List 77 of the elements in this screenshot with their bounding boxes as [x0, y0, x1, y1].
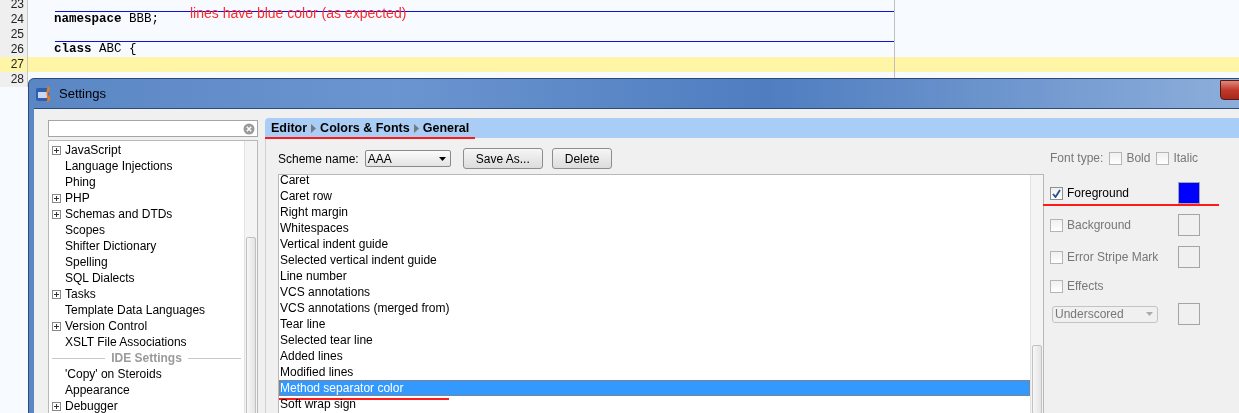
- checkbox-label: Background: [1067, 218, 1133, 232]
- line-number: 23: [0, 0, 28, 12]
- list-item[interactable]: Caret row: [279, 188, 1030, 204]
- tree-item[interactable]: PHP: [65, 191, 90, 205]
- tree-item[interactable]: Debugger: [65, 399, 118, 413]
- breadcrumb-item[interactable]: Editor: [271, 121, 308, 135]
- breadcrumb-item[interactable]: Colors & Fonts: [320, 121, 410, 135]
- clear-icon[interactable]: [243, 122, 255, 135]
- checkbox[interactable]: [1050, 279, 1063, 293]
- tree-item[interactable]: Scopes: [65, 223, 106, 237]
- check-icon: [1052, 188, 1061, 198]
- tree-item[interactable]: Template Data Languages: [65, 303, 206, 317]
- list-item[interactable]: Tear line: [279, 316, 1030, 332]
- code-line: namespace BBB;: [54, 12, 160, 27]
- checkbox[interactable]: [1050, 250, 1063, 264]
- expand-icon[interactable]: [52, 145, 61, 155]
- tree-item[interactable]: Shifter Dictionary: [65, 239, 157, 253]
- list-item[interactable]: Selected tear line: [279, 332, 1030, 348]
- tree-item[interactable]: JavaScript: [65, 143, 122, 157]
- checkbox-label: Error Stripe Mark: [1067, 250, 1160, 264]
- list-item[interactable]: Selected vertical indent guide: [279, 252, 1030, 268]
- checkbox[interactable]: [1050, 186, 1063, 200]
- breadcrumb-item[interactable]: General: [422, 121, 470, 135]
- field-label: Scheme name:: [278, 151, 359, 166]
- list-item[interactable]: Caret: [279, 175, 1030, 188]
- scheme-dropdown[interactable]: AAA: [364, 150, 451, 167]
- line-number: 25: [0, 27, 28, 42]
- checkbox-label: Foreground: [1067, 186, 1131, 200]
- list-item[interactable]: Whitespaces: [279, 220, 1030, 236]
- list-item[interactable]: Line number: [279, 268, 1030, 284]
- color-swatch[interactable]: [1178, 303, 1200, 325]
- color-swatch[interactable]: [1178, 214, 1200, 236]
- scrollbar-thumb[interactable]: [246, 237, 256, 413]
- line-number: 26: [0, 42, 28, 57]
- list-item[interactable]: Vertical indent guide: [279, 236, 1030, 252]
- code-line: class ABC {: [54, 42, 137, 57]
- expand-icon[interactable]: [52, 289, 61, 299]
- expand-icon[interactable]: [52, 321, 61, 331]
- action-button[interactable]: Delete: [551, 148, 613, 169]
- tree-item[interactable]: Phing: [65, 175, 96, 189]
- tree-item[interactable]: 'Copy' on Steroids: [65, 367, 162, 381]
- arrow-right-icon: [413, 123, 419, 133]
- expand-icon[interactable]: [52, 401, 61, 411]
- tree-item[interactable]: Schemas and DTDs: [65, 207, 173, 221]
- caret-icon: [438, 156, 446, 161]
- caret-icon: [1146, 312, 1153, 316]
- checkbox-label: Bold: [1126, 151, 1151, 165]
- list-item[interactable]: Right margin: [279, 204, 1030, 220]
- window-title: Settings: [59, 86, 106, 101]
- tree-item[interactable]: Version Control: [65, 319, 148, 333]
- color-swatch[interactable]: [1178, 246, 1200, 268]
- tree-item[interactable]: Spelling: [65, 255, 108, 269]
- action-button[interactable]: Save As...: [462, 148, 543, 169]
- list-item[interactable]: Soft wrap sign: [279, 396, 1030, 412]
- list-item[interactable]: Modified lines: [279, 364, 1030, 380]
- list-item[interactable]: VCS annotations (merged from): [279, 300, 1030, 316]
- expand-icon[interactable]: [52, 209, 61, 219]
- checkbox-label: Effects: [1067, 279, 1105, 293]
- tree-item[interactable]: Tasks: [65, 287, 96, 301]
- arrow-right-icon: [311, 123, 317, 133]
- line-number: 28: [0, 72, 28, 87]
- tree-item[interactable]: XSLT File Associations: [65, 335, 187, 349]
- tree-item[interactable]: Language Injections: [65, 159, 173, 173]
- tree-item[interactable]: SQL Dialects: [65, 271, 135, 285]
- color-swatch[interactable]: [1178, 182, 1200, 204]
- scrollbar-thumb[interactable]: [1032, 345, 1042, 413]
- search-field[interactable]: [48, 120, 258, 137]
- list-item[interactable]: VCS annotations: [279, 284, 1030, 300]
- field-label: Font type:: [1050, 151, 1104, 165]
- section-header: IDE Settings: [111, 351, 182, 365]
- list-item[interactable]: Added lines: [279, 348, 1030, 364]
- tree-item[interactable]: Appearance: [65, 383, 130, 397]
- app-icon: [36, 85, 53, 102]
- expand-icon[interactable]: [52, 193, 61, 203]
- checkbox[interactable]: [1050, 218, 1063, 232]
- line-number: 24: [0, 12, 28, 27]
- checkbox-label: Italic: [1173, 151, 1199, 165]
